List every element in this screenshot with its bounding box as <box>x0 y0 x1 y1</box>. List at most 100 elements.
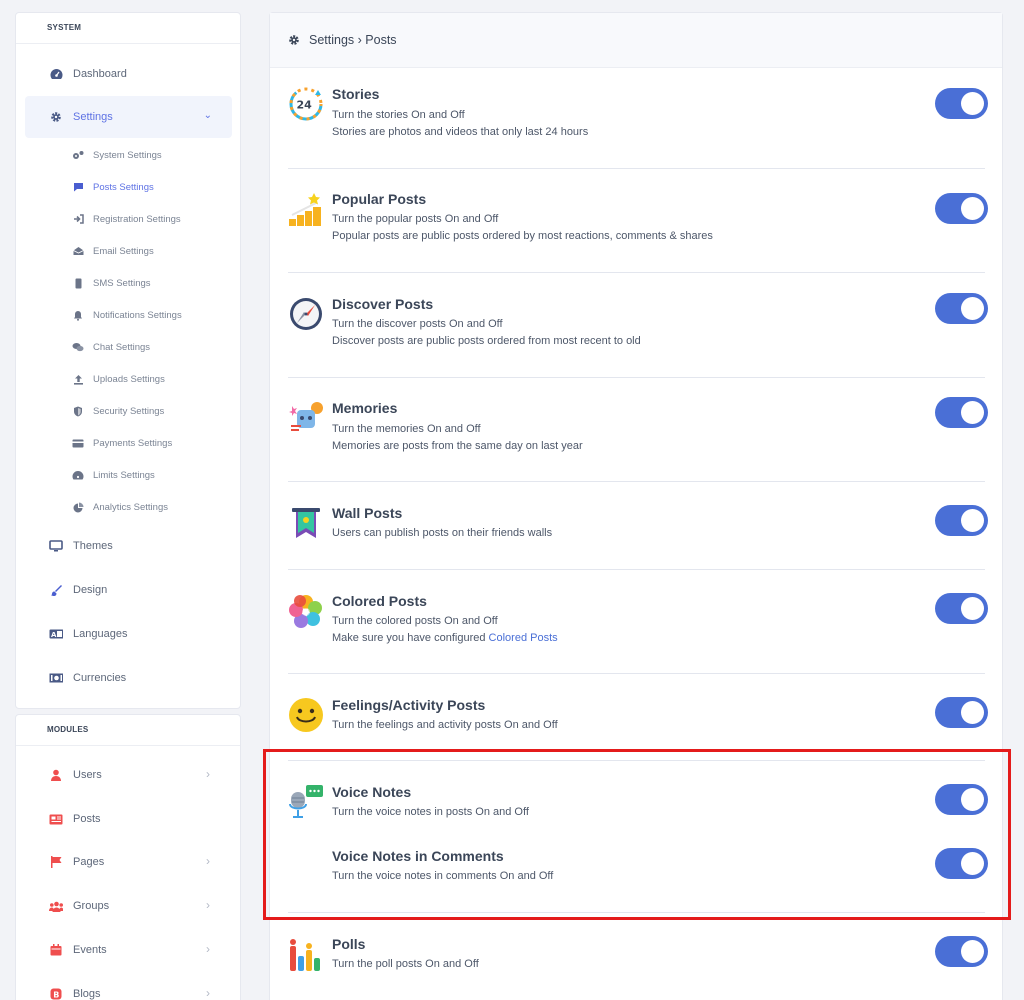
setting-desc: Memories are posts from the same day on … <box>332 440 583 452</box>
dashboard-icon <box>49 67 63 81</box>
sidebar-item-themes[interactable]: Themes <box>25 525 232 567</box>
setting-row-polls: Polls Turn the poll posts On and Off <box>288 936 988 986</box>
sidebar-subitem-sms-settings[interactable]: SMS Settings <box>72 273 151 293</box>
sidebar-subitem-label: Chat Settings <box>93 341 151 353</box>
modules-nav-card: MODULES Users › Posts Pages › Groups › E… <box>15 714 241 1000</box>
sidebar-subitem-label: Security Settings <box>93 405 165 417</box>
popular-posts-toggle[interactable] <box>935 193 988 224</box>
setting-title: Feelings/Activity Posts <box>332 697 486 713</box>
colored-posts-toggle[interactable] <box>935 593 988 624</box>
monitor-icon <box>49 539 63 553</box>
sidebar-item-label: Pages <box>73 856 105 868</box>
sidebar-subitem-label: Email Settings <box>93 245 154 257</box>
sidebar-item-events[interactable]: Events › <box>25 929 232 971</box>
polls-toggle[interactable] <box>935 936 988 967</box>
setting-desc: Turn the stories On and Off <box>332 109 465 121</box>
setting-row-memories: Memories Turn the memories On and Off Me… <box>288 397 988 460</box>
upload-icon <box>72 373 84 385</box>
stories-toggle[interactable] <box>935 88 988 119</box>
blog-icon: B <box>49 987 63 1000</box>
chevron-right-icon: › <box>206 898 210 912</box>
breadcrumb-text: Settings › Posts <box>309 33 397 47</box>
sidebar-item-label: Groups <box>73 900 110 912</box>
memories-toggle[interactable] <box>935 397 988 428</box>
language-icon: A <box>49 627 63 641</box>
sidebar-subitem-email-settings[interactable]: Email Settings <box>72 241 154 261</box>
setting-row-popular-posts: Popular Posts Turn the popular posts On … <box>288 191 988 251</box>
system-nav-card: SYSTEM Dashboard Settings ⌄ System Setti… <box>15 12 241 709</box>
sidebar-subitem-label: System Settings <box>93 149 162 161</box>
sidebar-item-blogs[interactable]: B Blogs › <box>25 973 232 1000</box>
sidebar-item-label: Design <box>73 584 108 596</box>
setting-desc: Turn the colored posts On and Off <box>332 615 498 627</box>
sidebar-subitem-label: Notifications Settings <box>93 309 182 321</box>
sidebar-item-label: Settings <box>73 111 113 123</box>
chevron-down-icon: ⌄ <box>203 110 212 121</box>
stories-24h-icon: 24 <box>288 86 324 122</box>
sidebar-subitem-security-settings[interactable]: Security Settings <box>72 401 164 421</box>
toggle-knob <box>961 701 984 724</box>
sidebar-subitem-label: Limits Settings <box>93 469 155 481</box>
discover-posts-toggle[interactable] <box>935 293 988 324</box>
setting-title: Discover Posts <box>332 296 434 312</box>
sidebar-item-label: Dashboard <box>73 68 127 80</box>
divider <box>288 481 985 482</box>
credit-card-icon <box>72 437 84 449</box>
setting-desc: Stories are photos and videos that only … <box>332 126 589 138</box>
setting-row-feelings-posts: Feelings/Activity Posts Turn the feeling… <box>288 697 988 747</box>
page: SYSTEM Dashboard Settings ⌄ System Setti… <box>0 0 1024 1000</box>
wall-posts-toggle[interactable] <box>935 505 988 536</box>
svg-text:A: A <box>51 631 57 639</box>
sidebar-item-languages[interactable]: A Languages <box>25 613 232 655</box>
memories-icon <box>288 400 324 436</box>
envelope-icon <box>72 245 84 257</box>
sidebar-subitem-label: Uploads Settings <box>93 373 165 385</box>
breadcrumb: Settings › Posts <box>270 13 1002 68</box>
sidebar-item-posts[interactable]: Posts <box>25 798 232 840</box>
sidebar-item-label: Languages <box>73 628 128 640</box>
sidebar-item-users[interactable]: Users › <box>25 754 232 796</box>
comment-icon <box>72 181 84 193</box>
chevron-right-icon: › <box>206 942 210 956</box>
mobile-icon <box>72 277 84 289</box>
sidebar-subitem-posts-settings[interactable]: Posts Settings <box>72 177 154 197</box>
sidebar-item-design[interactable]: Design <box>25 569 232 611</box>
setting-desc: Discover posts are public posts ordered … <box>332 335 641 347</box>
highlight-box <box>263 749 1011 920</box>
chevron-right-icon: › <box>206 854 210 868</box>
setting-title: Wall Posts <box>332 505 403 521</box>
gauge-icon <box>72 469 84 481</box>
setting-title: Memories <box>332 400 398 416</box>
feelings-posts-toggle[interactable] <box>935 697 988 728</box>
setting-title: Polls <box>332 936 366 952</box>
pie-chart-icon <box>72 501 84 513</box>
chevron-right-icon: › <box>206 986 210 1000</box>
newspaper-icon <box>49 812 63 826</box>
sidebar-subitem-notifications-settings[interactable]: Notifications Settings <box>72 305 182 325</box>
user-icon <box>49 768 63 782</box>
divider <box>288 168 985 169</box>
cogs-icon <box>72 149 84 161</box>
setting-desc: Turn the feelings and activity posts On … <box>332 719 558 731</box>
sidebar-subitem-uploads-settings[interactable]: Uploads Settings <box>72 369 165 389</box>
bell-icon <box>72 309 84 321</box>
sidebar-subitem-payments-settings[interactable]: Payments Settings <box>72 433 172 453</box>
sidebar-subitem-chat-settings[interactable]: Chat Settings <box>72 337 150 357</box>
popular-posts-icon <box>288 191 324 227</box>
sidebar-item-dashboard[interactable]: Dashboard <box>25 53 232 95</box>
setting-row-discover-posts: Discover Posts Turn the discover posts O… <box>288 293 988 356</box>
sidebar-item-currencies[interactable]: Currencies <box>25 657 232 699</box>
sidebar-item-label: Themes <box>73 540 113 552</box>
divider <box>288 377 985 378</box>
sidebar-item-settings[interactable]: Settings ⌄ <box>25 96 232 138</box>
colored-posts-link[interactable]: Colored Posts <box>489 632 558 644</box>
sidebar-item-groups[interactable]: Groups › <box>25 885 232 927</box>
sidebar-item-label: Users <box>73 769 102 781</box>
sidebar-subitem-registration-settings[interactable]: Registration Settings <box>72 209 181 229</box>
svg-text:24: 24 <box>297 99 313 112</box>
sidebar-subitem-limits-settings[interactable]: Limits Settings <box>72 465 155 485</box>
sidebar-item-pages[interactable]: Pages › <box>25 841 232 883</box>
sidebar-subitem-system-settings[interactable]: System Settings <box>72 145 162 165</box>
chevron-right-icon: › <box>206 767 210 781</box>
sidebar-subitem-analytics-settings[interactable]: Analytics Settings <box>72 497 168 517</box>
